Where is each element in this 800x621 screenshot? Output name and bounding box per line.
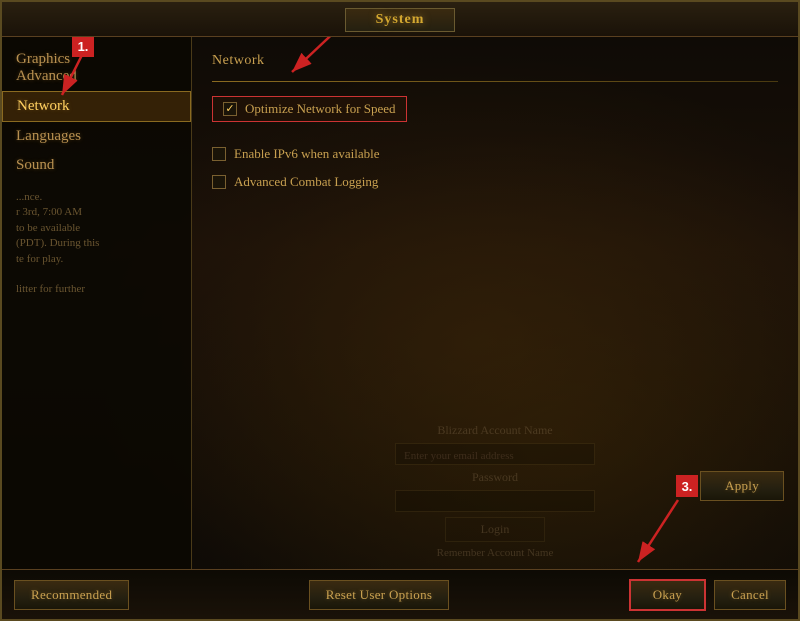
apply-button[interactable]: Apply [700,471,784,501]
main-content: 1. Graphics Advanced Network Languages [2,37,798,569]
enable-ipv6-row[interactable]: Enable IPv6 when available [212,146,778,162]
title-bar: System [2,2,798,37]
system-settings-window: System 1. Graphics Advanced [0,0,800,621]
bottom-right-buttons: Okay Cancel [629,579,786,611]
account-label: Blizzard Account Name [437,423,552,438]
remember-label: Remember Account Name [437,547,554,559]
sidebar-item-languages[interactable]: Languages [2,122,191,151]
advanced-combat-label: Advanced Combat Logging [234,174,378,190]
recommended-button[interactable]: Recommended [14,580,129,610]
okay-button[interactable]: Okay [629,579,706,611]
section-divider [212,81,778,82]
password-input-bg [395,490,595,512]
sidebar-text-content: ...nce.r 3rd, 7:00 AMto be available(PDT… [2,180,191,308]
cancel-button[interactable]: Cancel [714,580,786,610]
bottom-left-buttons: Recommended [14,580,129,610]
enable-ipv6-label: Enable IPv6 when available [234,146,379,162]
reset-user-options-button[interactable]: Reset User Options [309,580,450,610]
optimize-network-label: Optimize Network for Speed [245,101,396,117]
advanced-combat-checkbox[interactable] [212,175,226,189]
enable-ipv6-checkbox[interactable] [212,147,226,161]
password-label: Password [472,470,518,485]
right-panel: 2. Network Optimize Network for Speed [192,37,798,569]
apply-button-area: Apply [700,471,784,501]
section-title-network: Network [212,53,778,69]
bottom-bar: 3. Recommended Reset User Options Okay C… [2,569,798,619]
login-btn-bg: Login [445,517,545,542]
bottom-center-buttons: Reset User Options [309,580,450,610]
sidebar-item-network[interactable]: Network [2,91,191,122]
sidebar-item-graphics-advanced[interactable]: Graphics Advanced [2,45,191,91]
window-title: System [345,8,456,32]
account-input-bg: Enter your email address [395,443,595,465]
optimize-network-checkbox[interactable] [223,102,237,116]
sidebar: 1. Graphics Advanced Network Languages [2,37,192,569]
sidebar-item-sound[interactable]: Sound [2,151,191,180]
advanced-combat-row[interactable]: Advanced Combat Logging [212,174,778,190]
optimize-network-row[interactable]: Optimize Network for Speed [212,96,407,122]
